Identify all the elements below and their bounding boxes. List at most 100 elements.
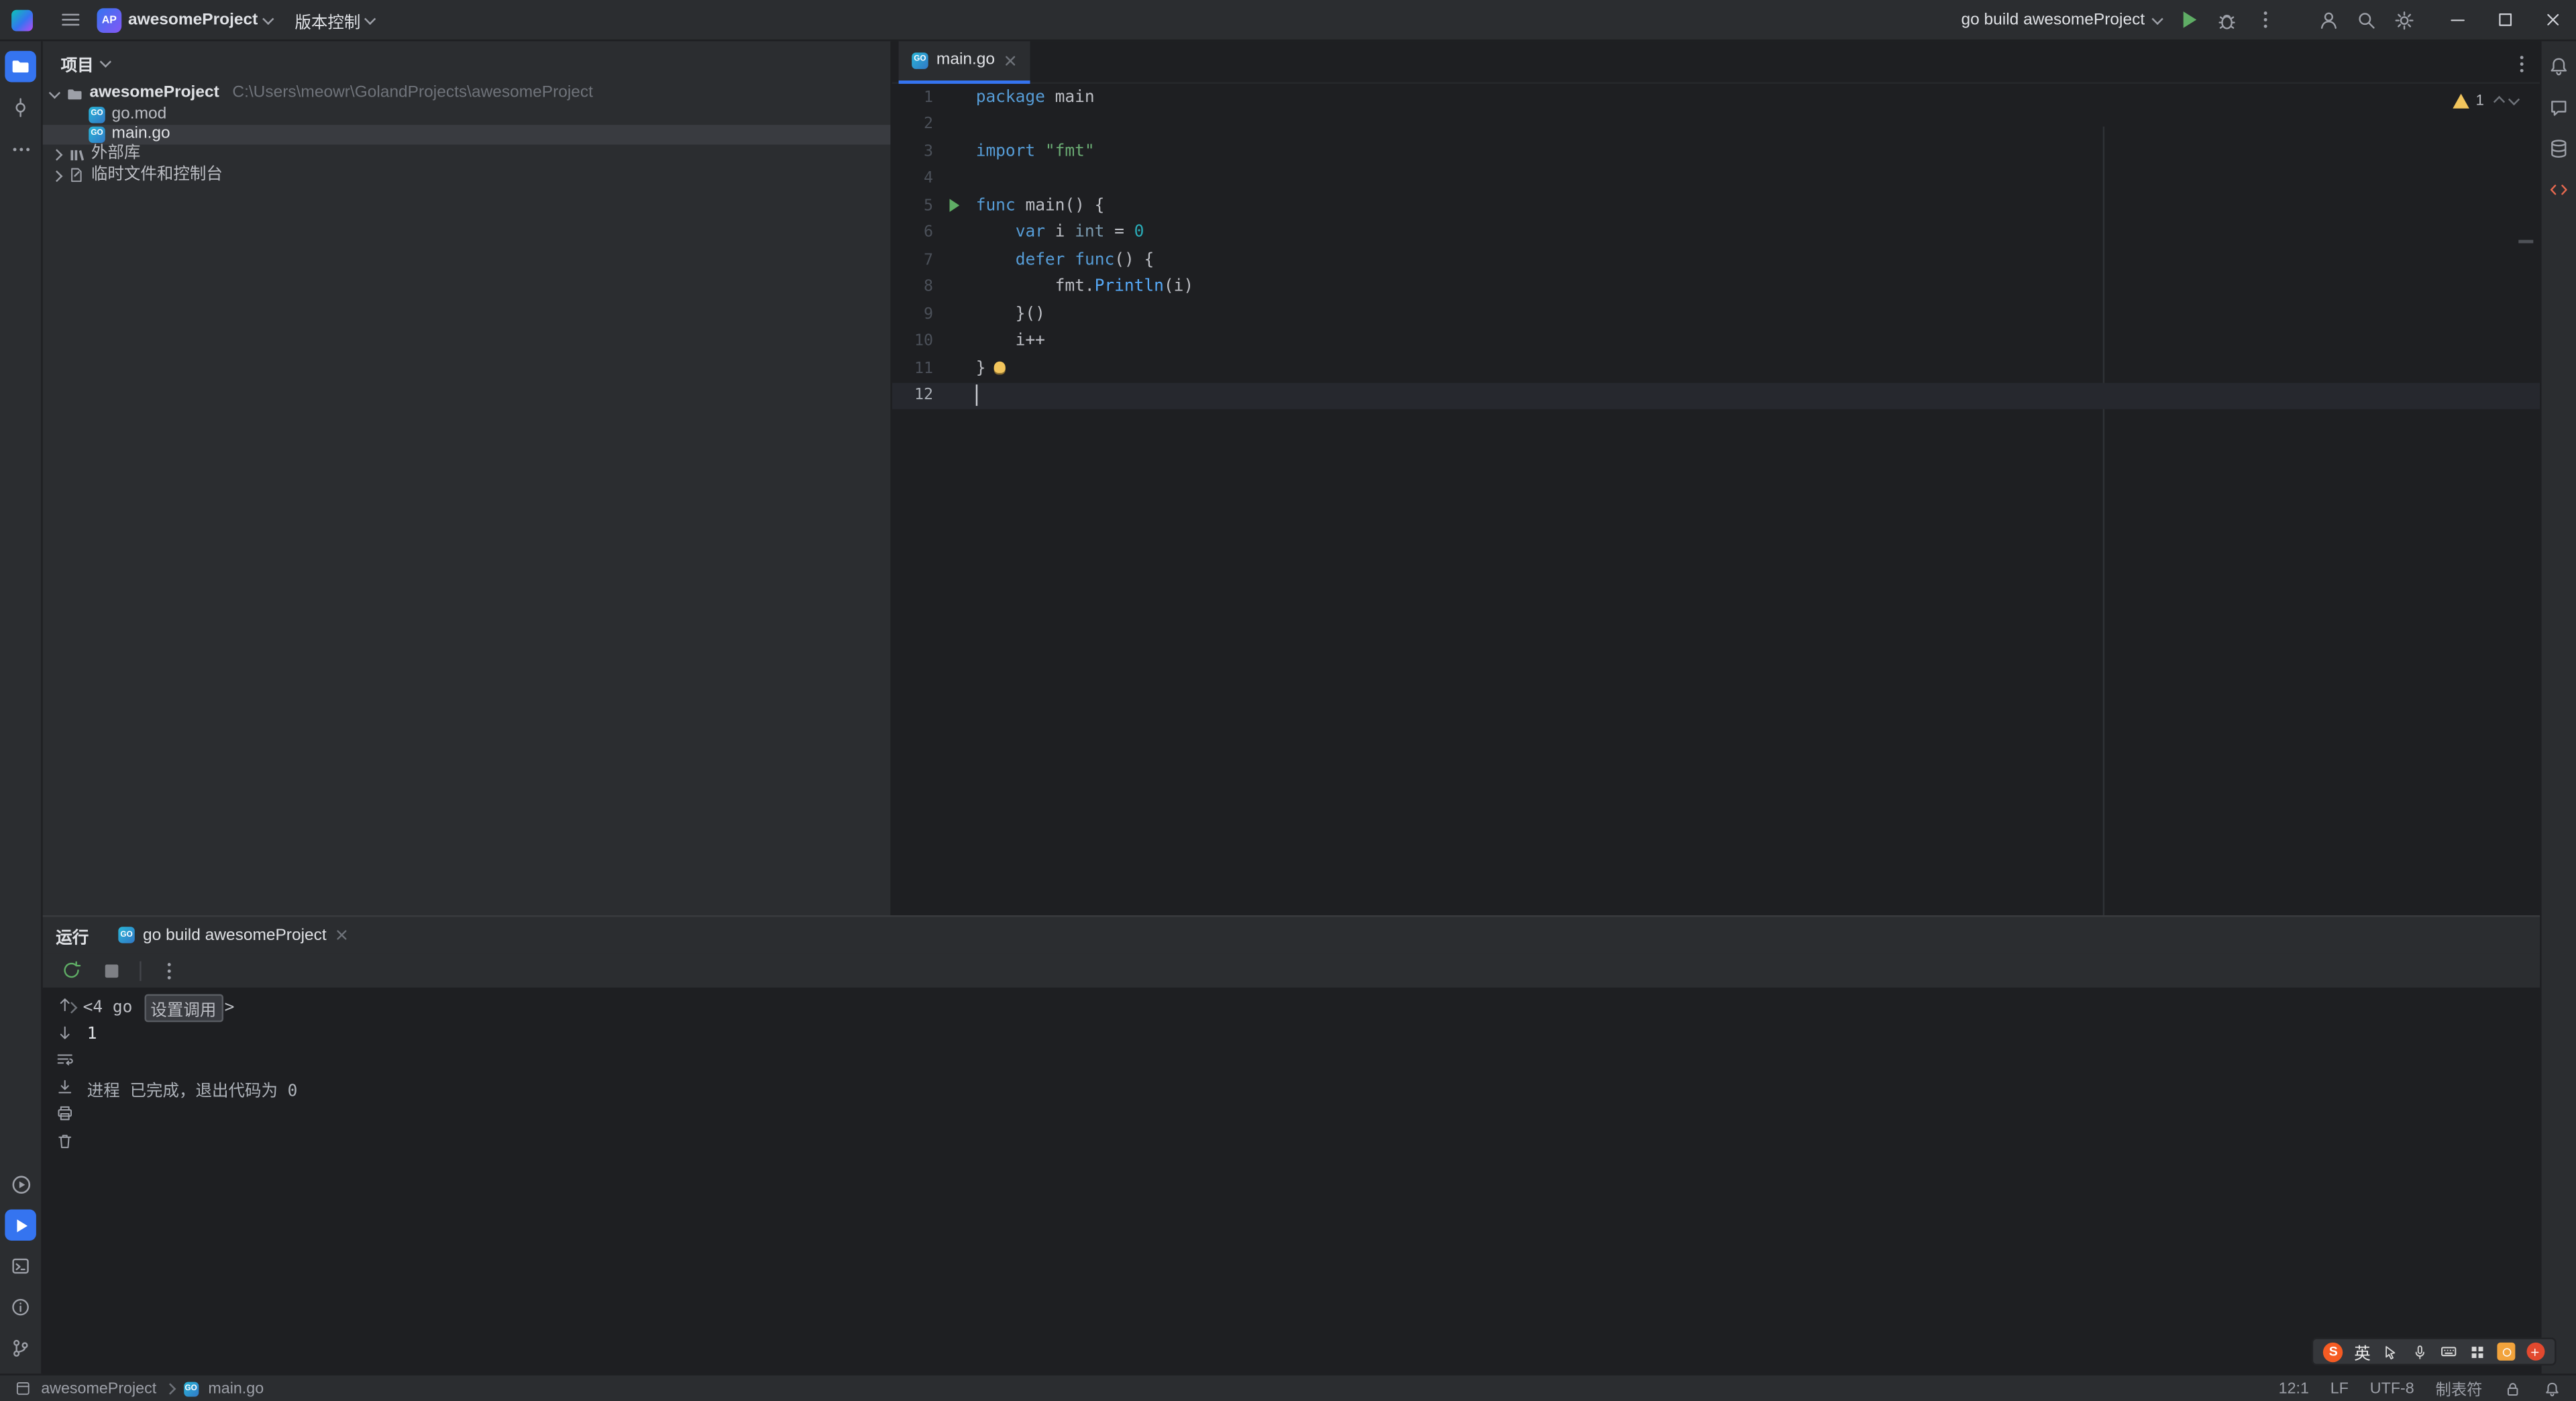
run-icon: [2182, 11, 2196, 28]
chevron-right-icon: [51, 150, 62, 160]
right-tool-stripe: [2540, 41, 2576, 1374]
problems-tool-button[interactable]: [5, 1292, 36, 1323]
ime-language-toggle[interactable]: 英: [2354, 1339, 2370, 1364]
more-tool-windows-button[interactable]: [5, 133, 36, 164]
warning-icon: [2453, 93, 2469, 108]
soft-wrap-button[interactable]: [52, 1048, 75, 1070]
next-problem-icon[interactable]: [2508, 93, 2519, 104]
ime-wubi-button[interactable]: [2526, 1342, 2544, 1361]
status-bar: awesomeProject GO main.go 12:1 LF UTF-8 …: [0, 1373, 2576, 1401]
readonly-toggle[interactable]: [2504, 1380, 2522, 1398]
commit-tool-button[interactable]: [5, 92, 36, 123]
code-line-5: 5 func main() {: [892, 193, 2540, 219]
status-project-name[interactable]: awesomeProject: [41, 1380, 156, 1398]
error-stripe-mark[interactable]: [2518, 240, 2534, 244]
ime-keyboard-button[interactable]: [2439, 1343, 2457, 1361]
settings-button[interactable]: [2385, 1, 2423, 38]
console-down-button[interactable]: [52, 1021, 75, 1043]
project-panel-header[interactable]: 项目: [43, 41, 891, 84]
window-maximize-button[interactable]: [2481, 0, 2528, 40]
main-menu-button[interactable]: [51, 1, 89, 38]
indent-widget[interactable]: 制表符: [2436, 1377, 2483, 1400]
project-tool-button[interactable]: [5, 50, 36, 83]
folder-icon: [12, 60, 29, 72]
run-tool-window: 运行 GO go build awesomeProject <4 go 设置调用…: [42, 915, 2540, 1374]
ime-toolbox-button[interactable]: [2468, 1343, 2486, 1361]
git-tool-button[interactable]: [5, 1333, 36, 1364]
notifications-button[interactable]: [2543, 51, 2575, 83]
tab-bar-more-button[interactable]: [2520, 52, 2524, 70]
go-file-icon: GO: [912, 52, 928, 68]
run-panel-header: 运行 GO go build awesomeProject: [42, 917, 2540, 953]
scroll-to-end-button[interactable]: [52, 1076, 75, 1097]
print-button[interactable]: [52, 1102, 75, 1124]
more-actions-button[interactable]: [2246, 1, 2284, 38]
tree-file-label: main.go: [111, 125, 170, 143]
ime-skin-button[interactable]: [2497, 1342, 2516, 1361]
tree-node-label: 外部库: [91, 145, 141, 164]
tree-row-scratches[interactable]: 临时文件和控制台: [43, 165, 891, 185]
editor-zone: GO main.go 1 package main 2 3 import "fmt" 4 5…: [892, 40, 2540, 916]
rerun-button[interactable]: [58, 957, 84, 984]
stop-button[interactable]: [99, 957, 125, 984]
close-tab-icon[interactable]: [335, 929, 348, 942]
window-close-button[interactable]: [2528, 0, 2576, 40]
line-number: 7: [923, 251, 934, 270]
ime-mic-button[interactable]: [2410, 1343, 2428, 1361]
editor-tab-maingo[interactable]: GO main.go: [898, 40, 1030, 83]
run-gutter-icon[interactable]: [949, 199, 960, 213]
code-line-9: 9 }(): [892, 301, 2540, 327]
cursor-icon: [2385, 1345, 2396, 1359]
terminal-tool-button[interactable]: [5, 1251, 36, 1282]
console-command-line[interactable]: <4 go 设置调用 >: [66, 994, 2540, 1022]
console-more-button[interactable]: [156, 957, 182, 984]
run-panel-title[interactable]: 运行: [56, 923, 89, 947]
intention-bulb-icon[interactable]: [994, 362, 1006, 374]
status-notifications-button[interactable]: [2543, 1380, 2561, 1398]
debug-button[interactable]: [2208, 1, 2245, 38]
tree-row-external-libraries[interactable]: 外部库: [43, 145, 891, 165]
console[interactable]: <4 go 设置调用 > 1 进程 已完成，退出代码为 0: [42, 989, 2540, 1374]
tree-row-gomod[interactable]: GO go.mod: [43, 104, 891, 124]
tree-row-maingo[interactable]: GO main.go: [42, 124, 891, 145]
line-separator-widget[interactable]: LF: [2330, 1380, 2349, 1398]
mic-icon: [2415, 1345, 2424, 1359]
go-file-icon: GO: [183, 1381, 199, 1396]
minimize-icon: [2450, 19, 2464, 21]
database-tool-button[interactable]: [2543, 133, 2575, 164]
code-line-1: 1 package main: [892, 84, 2540, 111]
run-panel-tab[interactable]: GO go build awesomeProject: [112, 917, 355, 953]
line-number: 4: [923, 169, 934, 188]
title-bar-right: go build awesomeProject: [1951, 0, 2576, 40]
endpoints-tool-button[interactable]: [2543, 174, 2575, 206]
vcs-widget[interactable]: 版本控制: [286, 3, 382, 37]
clear-console-button[interactable]: [52, 1130, 75, 1151]
ime-cursor-button[interactable]: [2381, 1343, 2400, 1361]
chevron-down-icon: [2151, 13, 2162, 23]
close-tab-icon[interactable]: [1003, 54, 1016, 67]
run-tool-button[interactable]: [5, 1209, 36, 1241]
prev-problem-icon[interactable]: [2493, 97, 2505, 107]
folder-icon: [67, 89, 81, 99]
go-file-icon: GO: [89, 106, 105, 123]
services-tool-button[interactable]: [5, 1168, 36, 1200]
sogou-logo-icon[interactable]: S: [2323, 1341, 2344, 1361]
console-fold-chip[interactable]: 设置调用: [144, 994, 223, 1022]
project-widget[interactable]: AP awesomeProject: [89, 3, 280, 37]
inspections-widget[interactable]: 1: [2453, 92, 2519, 109]
search-everywhere-button[interactable]: [2348, 1, 2385, 38]
encoding-widget[interactable]: UTF-8: [2370, 1380, 2414, 1398]
run-button[interactable]: [2170, 1, 2208, 38]
status-file-name[interactable]: main.go: [208, 1380, 264, 1398]
editor-tab-bar: GO main.go: [892, 40, 2540, 84]
ai-assistant-button[interactable]: [2543, 92, 2575, 123]
window-minimize-button[interactable]: [2433, 0, 2481, 40]
project-window-icon: [16, 1382, 30, 1395]
caret-position-widget[interactable]: 12:1: [2279, 1380, 2309, 1398]
code-editor[interactable]: 1 package main 2 3 import "fmt" 4 5 func main()…: [892, 84, 2540, 916]
run-configuration-selector[interactable]: go build awesomeProject: [1951, 11, 2170, 29]
tree-row-root[interactable]: awesomeProject C:\Users\meowr\GolandProj…: [43, 84, 891, 104]
code-line-3: 3 import "fmt": [892, 138, 2540, 165]
line-number: 3: [923, 142, 934, 161]
code-with-me-button[interactable]: [2310, 1, 2347, 38]
